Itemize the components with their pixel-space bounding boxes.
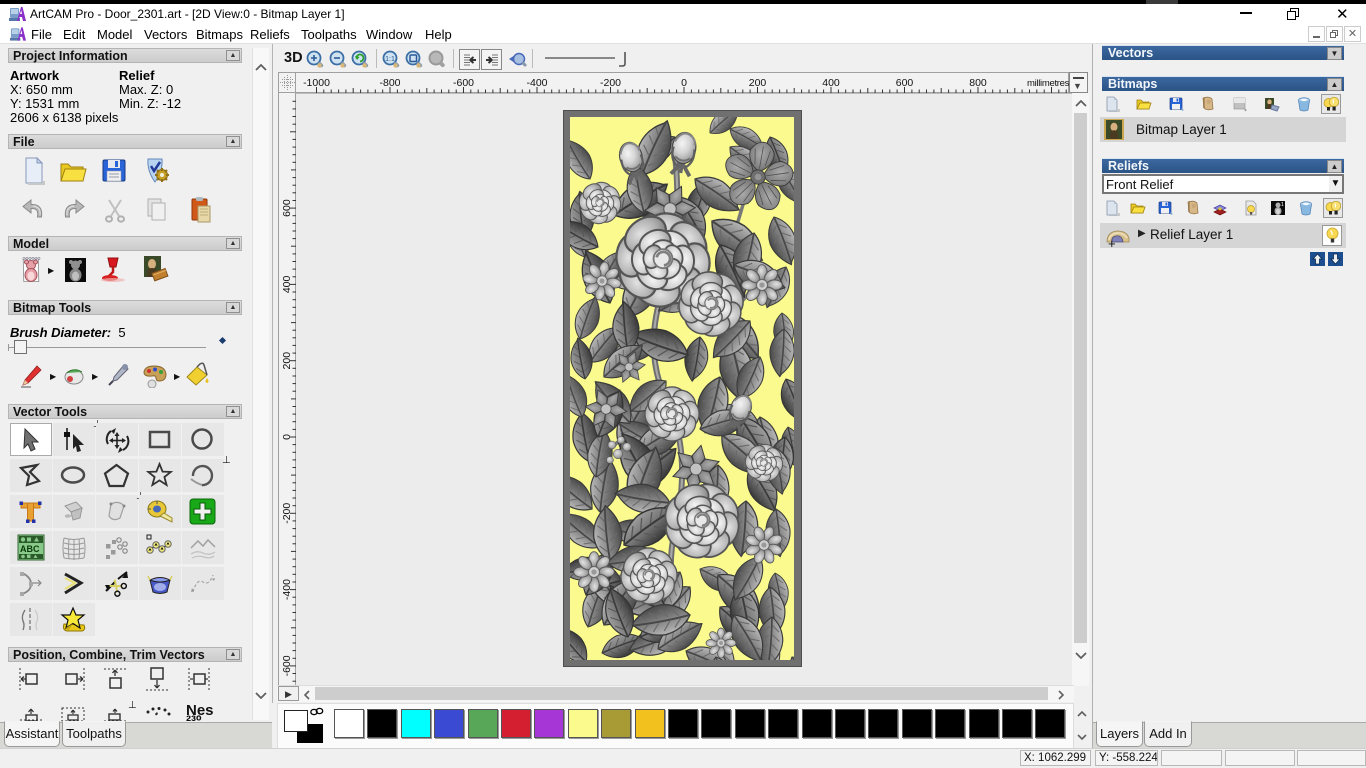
svg-text:1:1: 1:1: [385, 56, 395, 63]
svg-text:1: 1: [1281, 202, 1284, 208]
svg-text:ABC: ABC: [20, 544, 40, 554]
